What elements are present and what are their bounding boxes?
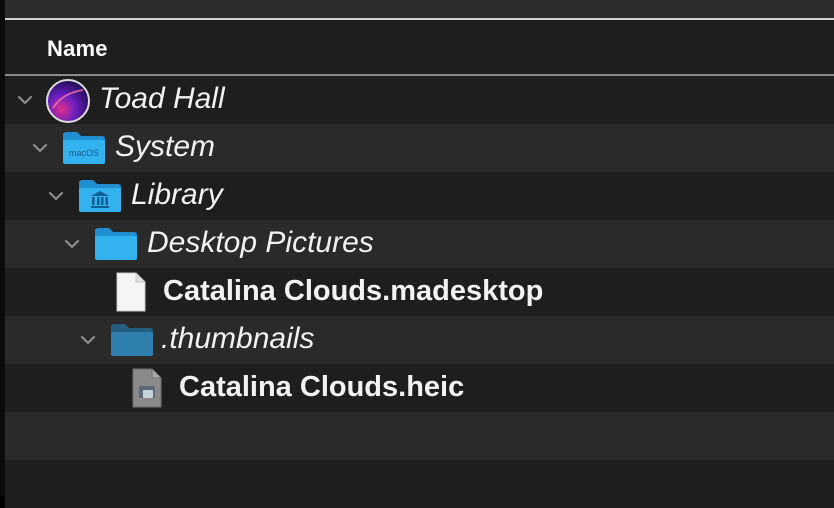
- item-label: .thumbnails: [161, 322, 315, 355]
- item-label: Catalina Clouds.heic: [179, 371, 465, 403]
- chevron-down-icon[interactable]: [62, 234, 82, 254]
- item-label: Toad Hall: [99, 82, 225, 115]
- chevron-down-icon[interactable]: [46, 186, 66, 206]
- document-icon: [116, 272, 146, 312]
- list-item-toad-hall[interactable]: Toad Hall: [5, 76, 834, 124]
- macos-folder-icon: macOS: [63, 132, 105, 164]
- image-file-icon: [132, 368, 162, 408]
- folder-icon: [95, 228, 137, 260]
- finder-window: Name Toad Hall macOS System Library Desk…: [0, 0, 834, 508]
- empty-row: [5, 412, 834, 460]
- hidden-folder-icon: [111, 324, 153, 356]
- column-header-name[interactable]: Name: [47, 36, 108, 62]
- column-header[interactable]: Name: [5, 20, 834, 74]
- item-label: Catalina Clouds.madesktop: [163, 275, 544, 307]
- empty-row: [5, 460, 834, 508]
- folder-badge: macOS: [69, 148, 99, 158]
- list-item-library[interactable]: Library: [5, 172, 834, 220]
- file-list: Toad Hall macOS System Library Desktop P…: [5, 76, 834, 508]
- list-item-system[interactable]: macOS System: [5, 124, 834, 172]
- item-label: Library: [131, 178, 223, 211]
- item-label: System: [115, 130, 216, 163]
- library-folder-icon: [79, 180, 121, 212]
- item-label: Desktop Pictures: [147, 226, 374, 259]
- macos-disk-icon: [46, 79, 90, 123]
- toolbar-strip: [5, 0, 834, 18]
- chevron-down-icon[interactable]: [78, 330, 98, 350]
- chevron-down-icon[interactable]: [15, 90, 35, 110]
- list-item-desktop-pictures[interactable]: Desktop Pictures: [5, 220, 834, 268]
- list-item-catalina-clouds-heic[interactable]: Catalina Clouds.heic: [5, 364, 834, 412]
- list-item-thumbnails[interactable]: .thumbnails: [5, 316, 834, 364]
- list-item-catalina-clouds-madesktop[interactable]: Catalina Clouds.madesktop: [5, 268, 834, 316]
- chevron-down-icon[interactable]: [30, 138, 50, 158]
